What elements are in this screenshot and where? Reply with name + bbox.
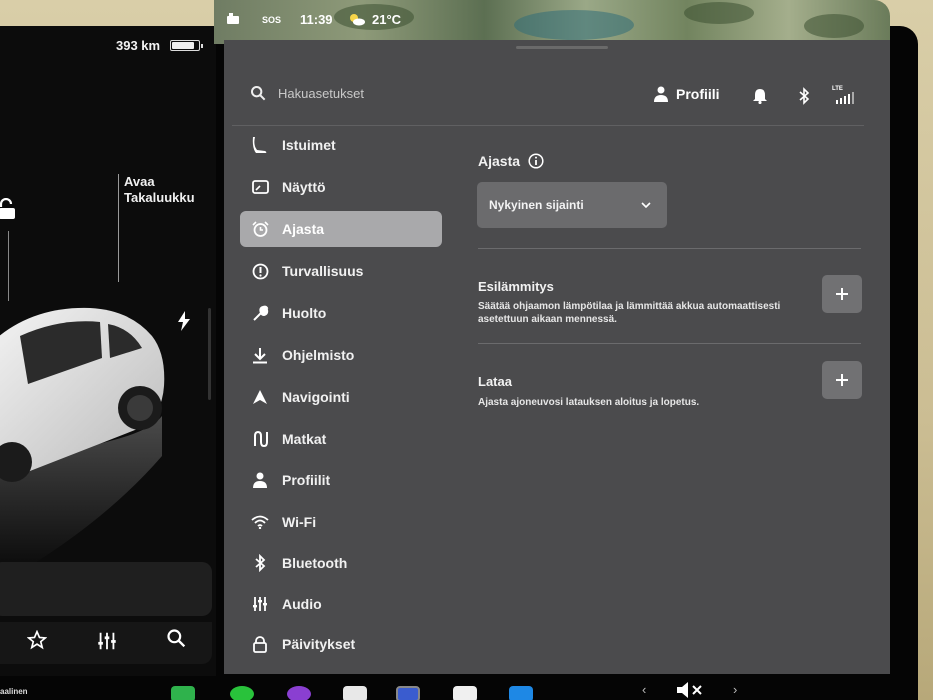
range-readout: 393 km — [116, 38, 161, 53]
seat-icon — [252, 137, 267, 153]
nav-item-label: Audio — [282, 596, 322, 612]
cabin-icon — [227, 13, 239, 24]
person-icon — [654, 86, 668, 102]
nav-item-label: Matkat — [282, 431, 327, 447]
nav-item-label: Turvallisuus — [282, 263, 364, 279]
volume-down-chevron-icon[interactable]: ‹ — [642, 682, 646, 697]
star-icon[interactable] — [27, 630, 47, 650]
nav-item-schedule[interactable]: Ajasta — [240, 211, 442, 247]
nav-item-label: Istuimet — [282, 137, 336, 153]
nav-item-bluetooth[interactable]: Bluetooth — [240, 545, 442, 581]
person-icon — [253, 472, 267, 488]
navigation-icon — [253, 390, 267, 404]
car-pane-scrollbar[interactable] — [208, 308, 211, 400]
preheat-description: Säätää ohjaamon lämpötilaa ja lämmittää … — [478, 301, 781, 325]
nav-item-navigation[interactable]: Navigointi — [240, 379, 442, 415]
app-phone-icon[interactable] — [171, 686, 195, 700]
app-purple-icon[interactable] — [287, 686, 311, 700]
bluetooth-icon[interactable] — [798, 87, 810, 105]
outside-temperature: 21°C — [372, 12, 402, 27]
plus-icon — [836, 288, 848, 300]
volume-up-chevron-icon[interactable]: › — [733, 682, 737, 697]
nav-item-wifi[interactable]: Wi-Fi — [240, 504, 442, 540]
settings-search-input[interactable] — [278, 82, 478, 104]
profile-label: Profiili — [676, 86, 720, 102]
battery-icon — [170, 40, 203, 51]
add-preheat-button[interactable] — [822, 275, 862, 313]
search-icon — [251, 86, 266, 101]
nav-item-trips[interactable]: Matkat — [240, 421, 442, 457]
nav-item-seats[interactable]: Istuimet — [240, 127, 442, 163]
bluetooth-icon — [255, 554, 266, 572]
nav-item-label: Huolto — [282, 305, 327, 321]
info-icon[interactable] — [528, 153, 544, 169]
nav-item-label: Navigointi — [282, 389, 350, 405]
nav-item-safety[interactable]: Turvallisuus — [240, 253, 442, 289]
bell-icon[interactable] — [753, 88, 767, 104]
preheat-title: Esilämmitys — [478, 279, 554, 294]
download-icon — [253, 347, 267, 363]
wrench-icon — [252, 305, 268, 321]
nav-item-audio[interactable]: Audio — [240, 586, 442, 622]
chevron-down-icon — [641, 202, 651, 208]
car-image — [0, 307, 165, 566]
wifi-icon — [251, 515, 269, 529]
controls-icon[interactable] — [96, 630, 118, 652]
profile-button[interactable]: Profiili — [654, 86, 720, 102]
alert-circle-icon — [252, 263, 268, 279]
display-icon — [251, 180, 269, 194]
sos-indicator: SOS — [262, 15, 282, 25]
nav-item-label: Wi-Fi — [282, 514, 317, 530]
unlock-icon[interactable] — [0, 198, 18, 220]
search-icon[interactable] — [166, 628, 186, 648]
panel-drag-handle[interactable] — [516, 46, 608, 49]
nav-item-display[interactable]: Näyttö — [240, 169, 442, 205]
app-toybox-icon[interactable] — [396, 686, 420, 700]
add-charge-schedule-button[interactable] — [822, 361, 862, 399]
app-green-icon[interactable] — [230, 686, 254, 700]
schedule-heading: Ajasta — [478, 153, 544, 169]
plus-icon — [836, 374, 848, 386]
section-divider — [478, 343, 861, 344]
app-calendar-icon[interactable] — [453, 686, 477, 700]
clock: 11:39 — [300, 12, 333, 27]
battery-fill — [172, 42, 195, 49]
nav-item-label: Päivitykset — [282, 636, 356, 652]
car-status-card — [0, 562, 212, 616]
nav-item-updates[interactable]: Päivitykset — [240, 626, 442, 662]
location-select[interactable]: Nykyinen sijainti — [477, 182, 667, 228]
nav-item-label: Näyttö — [282, 179, 326, 195]
bluetooth-app-icon[interactable] — [509, 686, 533, 700]
alarm-clock-icon — [251, 220, 269, 237]
charge-title: Lataa — [478, 374, 512, 389]
nav-item-software[interactable]: Ohjelmisto — [240, 337, 442, 373]
nav-item-label: Profiilit — [282, 472, 331, 488]
lock-icon — [253, 635, 267, 653]
open-trunk-button[interactable]: Avaa Takaluukku — [124, 174, 195, 206]
equalizer-icon — [253, 597, 267, 611]
car-pane: 393 km Avaa Takaluukku — [0, 26, 216, 700]
weather-icon — [350, 14, 365, 26]
volume-muted-icon[interactable] — [676, 681, 704, 699]
nav-item-label: Ohjelmisto — [282, 347, 355, 363]
car-toolbar — [0, 622, 212, 664]
nav-item-service[interactable]: Huolto — [240, 295, 442, 331]
nav-item-label: Ajasta — [282, 221, 325, 237]
app-clapper-icon[interactable] — [343, 686, 367, 700]
nav-item-label: Bluetooth — [282, 555, 348, 571]
header-divider — [232, 125, 864, 126]
location-select-value: Nykyinen sijainti — [489, 198, 584, 212]
taskbar-label: aalinen — [0, 687, 28, 696]
charge-description: Ajasta ajoneuvosi latauksen aloitus ja l… — [478, 397, 700, 408]
section-divider — [478, 248, 861, 249]
nav-item-profiles[interactable]: Profiilit — [240, 462, 442, 498]
schedule-title: Ajasta — [478, 153, 521, 169]
trips-icon — [253, 431, 268, 447]
